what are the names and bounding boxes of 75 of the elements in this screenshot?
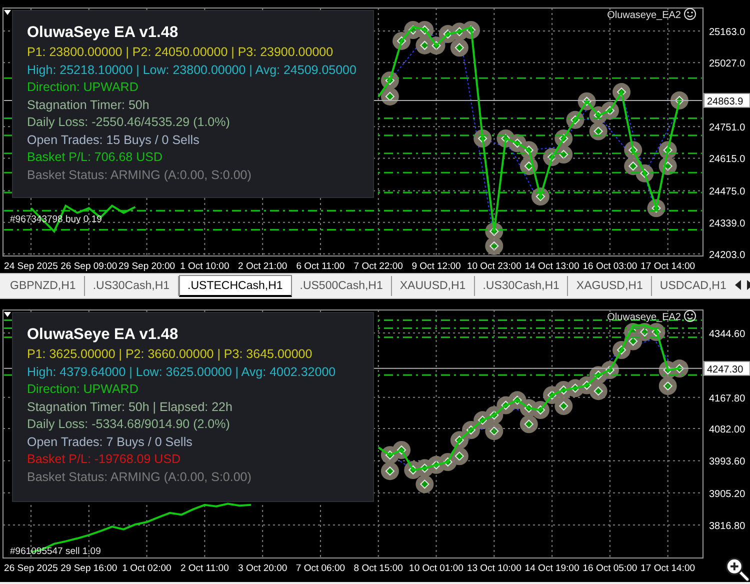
y-axis-label: 24339.0 bbox=[709, 218, 746, 230]
x-axis-label: 24 Sep 2025 bbox=[4, 261, 58, 272]
x-axis-label: 10 Oct 23:00 bbox=[466, 261, 522, 272]
x-axis-label: 7 Oct 06:00 bbox=[296, 563, 346, 574]
trade-label: #961095547 sell 1.09 bbox=[10, 546, 101, 557]
y-axis-label: 25163.0 bbox=[709, 27, 746, 38]
x-axis-label: 1 Oct 02:00 bbox=[122, 563, 172, 574]
x-axis-label: 7 Oct 22:00 bbox=[354, 261, 403, 272]
x-axis-label: 14 Oct 13:00 bbox=[524, 261, 580, 272]
y-axis-label: 3905.20 bbox=[709, 488, 746, 500]
y-axis-label: 24475.0 bbox=[709, 186, 746, 198]
panel-text: Direction: UPWARD bbox=[27, 79, 138, 96]
x-axis-label: 29 Sep 16:00 bbox=[60, 563, 118, 574]
x-axis-label: 26 Sep 2025 bbox=[4, 563, 58, 574]
panel-text: Stagnation Timer: 50h bbox=[27, 96, 150, 114]
panel-text: High: 25218.10000 | Low: 23800.00000 | Avg: 24509.05000 bbox=[27, 62, 356, 79]
chart-tab[interactable]: XAGUSD,H1 bbox=[568, 276, 652, 296]
chart-tab[interactable]: .US30Cash,H1 bbox=[474, 276, 568, 296]
panel-text: Open Trades: 15 Buys / 0 Sells bbox=[27, 132, 200, 149]
x-axis-label: 2 Oct 21:00 bbox=[238, 261, 288, 272]
panel-text: Stagnation Timer: 50h | Elapsed: 22h bbox=[27, 398, 232, 416]
panel-text: Basket P/L: 706.68 USD bbox=[27, 149, 162, 166]
panel-text: High: 4379.64000 | Low: 3625.00000 | Avg: 4002.32000 bbox=[27, 364, 336, 381]
panel-text: P1: 23800.00000 | P2: 24050.00000 | P3: 23900.00000 bbox=[27, 44, 334, 61]
x-axis-label: 1 Oct 10:00 bbox=[180, 261, 230, 272]
y-axis-label: 24615.0 bbox=[709, 154, 746, 166]
y-axis-label: 25027.0 bbox=[709, 58, 746, 70]
panel-text: Daily Loss: -2550.46/4535.29 (1.0%) bbox=[27, 114, 230, 131]
panel-text: Daily Loss: -5334.68/9014.90 (2.0%) bbox=[27, 416, 230, 433]
x-axis-label: 13 Oct 10:00 bbox=[466, 563, 522, 574]
ref-line-label: 24863.9 bbox=[707, 96, 744, 108]
panel-text: Basket Status: ARMING (A:0.00, S:0.00) bbox=[27, 166, 252, 184]
y-axis-label: 24203.0 bbox=[709, 250, 746, 261]
y-axis-label: 4082.00 bbox=[709, 424, 746, 436]
chart-tab[interactable]: GBPNZD,H1 bbox=[2, 276, 85, 296]
x-axis-label: 10 Oct 01:00 bbox=[409, 563, 464, 574]
panel-text: Direction: UPWARD bbox=[27, 381, 138, 398]
panel-text: Basket P/L: -19768.09 USD bbox=[27, 451, 181, 468]
panel-title: OluwaSeye EA v1.48 bbox=[27, 325, 180, 345]
scroll-left-icon[interactable] bbox=[734, 280, 742, 290]
x-axis-label: 2 Oct 11:00 bbox=[180, 563, 229, 574]
ea-name-label: Oluwaseye_EA2 bbox=[607, 10, 681, 21]
panel-text: P1: 3625.00000 | P2: 3660.00000 | P3: 3645.00000 bbox=[27, 346, 312, 363]
triangle-icon[interactable] bbox=[4, 10, 11, 15]
x-axis-label: 29 Sep 20:00 bbox=[118, 261, 176, 272]
triangle-icon[interactable] bbox=[4, 312, 11, 317]
chart-tab[interactable]: .USTECHCash,H1 bbox=[178, 275, 292, 297]
x-axis-label: 3 Oct 20:00 bbox=[238, 563, 288, 574]
chart-tab[interactable]: XAUUSD,H1 bbox=[392, 276, 475, 296]
chart-tab[interactable]: .US500Cash,H1 bbox=[292, 276, 392, 296]
x-axis-label: 8 Oct 15:00 bbox=[354, 563, 403, 574]
panel-text: Basket Status: ARMING (A:0.00, S:0.00) bbox=[27, 468, 252, 486]
x-axis-label: 26 Sep 09:00 bbox=[60, 261, 118, 272]
chart-tab[interactable]: USDCAD,H1 bbox=[652, 276, 734, 296]
smiley-icon bbox=[684, 8, 696, 20]
y-axis-label: 4167.80 bbox=[709, 393, 746, 404]
ref-line-label: 4247.30 bbox=[707, 364, 744, 376]
x-axis-label: 16 Oct 03:00 bbox=[582, 261, 638, 272]
ea-name-label: Oluwaseye_EA2 bbox=[607, 312, 681, 323]
zoom-icon[interactable] bbox=[724, 556, 750, 582]
x-axis-label: 14 Oct 19:00 bbox=[524, 563, 580, 574]
y-axis-label: 3993.60 bbox=[709, 456, 746, 468]
x-axis-label: 9 Oct 12:00 bbox=[412, 261, 461, 272]
current-price-label: 24863.9 bbox=[704, 92, 750, 108]
smiley-icon bbox=[684, 310, 696, 322]
y-axis-label: 24751.0 bbox=[709, 122, 746, 134]
x-axis-label: 6 Oct 11:00 bbox=[296, 261, 345, 272]
current-price-label: 4247.30 bbox=[704, 360, 750, 376]
panel-title: OluwaSeye EA v1.48 bbox=[27, 23, 180, 43]
x-axis-label: 17 Oct 14:00 bbox=[640, 563, 696, 574]
x-axis-label: 17 Oct 14:00 bbox=[640, 261, 696, 272]
y-axis-label: 3816.80 bbox=[709, 520, 746, 532]
y-axis-label: 4344.60 bbox=[709, 329, 746, 340]
panel-text: Open Trades: 7 Buys / 0 Sells bbox=[27, 434, 192, 451]
x-axis-label: 16 Oct 05:00 bbox=[582, 563, 638, 574]
